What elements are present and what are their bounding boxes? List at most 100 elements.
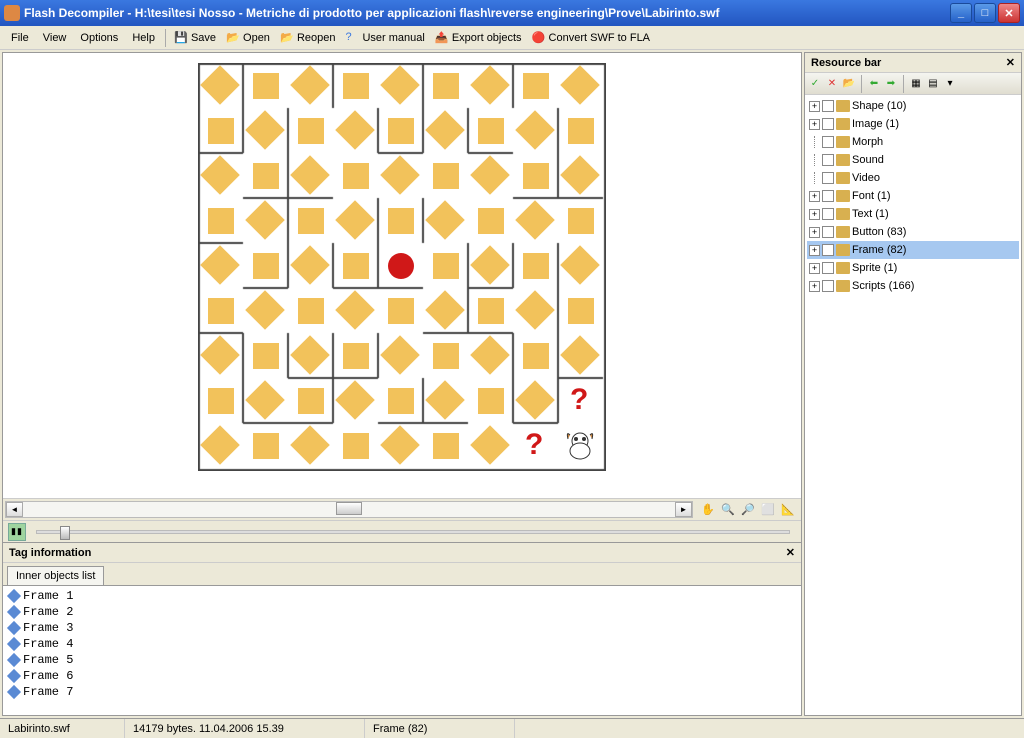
folder-icon <box>836 226 850 238</box>
resource-toolbar: ✓ ✕ 📂 ⬅ ➡ ▦ ▤ ▾ <box>805 73 1021 95</box>
fit-icon[interactable]: ⬜ <box>759 501 777 519</box>
list-item-label: Frame 7 <box>23 685 73 699</box>
tree-item[interactable]: Morph <box>807 133 1019 151</box>
convert-button[interactable]: 🔴Convert SWF to FLA <box>527 29 655 47</box>
slider-thumb[interactable] <box>60 526 70 540</box>
export-icon: 📤 <box>435 31 449 45</box>
tree-item-label: Frame (82) <box>852 244 906 256</box>
preview-h-scrollbar[interactable]: ◄ ► <box>5 501 693 518</box>
user-manual-button[interactable]: ?User manual <box>340 29 429 47</box>
tree-item[interactable]: +Button (83) <box>807 223 1019 241</box>
list-item[interactable]: Frame 6 <box>9 668 795 684</box>
tree-checkbox[interactable] <box>822 244 834 256</box>
scroll-track[interactable] <box>23 502 675 517</box>
tree-item[interactable]: Video <box>807 169 1019 187</box>
window-title: Flash Decompiler - H:\tesi\tesi Nosso - … <box>24 6 950 20</box>
tree-item[interactable]: +Shape (10) <box>807 97 1019 115</box>
expand-icon[interactable]: + <box>809 209 820 220</box>
list-item[interactable]: Frame 4 <box>9 636 795 652</box>
rt-back-icon[interactable]: ⬅ <box>866 76 882 92</box>
rt-unselect-icon[interactable]: ✕ <box>824 76 840 92</box>
rt-view2-icon[interactable]: ▤ <box>925 76 941 92</box>
tree-checkbox[interactable] <box>822 262 834 274</box>
menu-options[interactable]: Options <box>73 29 125 47</box>
rt-export-icon[interactable]: 📂 <box>841 76 857 92</box>
maze-square-icon <box>253 163 279 189</box>
open-label: Open <box>243 32 270 44</box>
open-button[interactable]: 📂Open <box>221 29 275 47</box>
tree-item[interactable]: +Sprite (1) <box>807 259 1019 277</box>
list-item[interactable]: Frame 2 <box>9 604 795 620</box>
tree-checkbox[interactable] <box>822 226 834 238</box>
scroll-thumb[interactable] <box>336 502 362 515</box>
menu-view[interactable]: View <box>36 29 74 47</box>
tree-checkbox[interactable] <box>822 154 834 166</box>
separator <box>903 75 904 93</box>
resource-bar-close-button[interactable]: ✕ <box>1006 56 1015 69</box>
zoom-in-icon[interactable]: 🔍 <box>719 501 737 519</box>
tree-item[interactable]: Sound <box>807 151 1019 169</box>
tree-checkbox[interactable] <box>822 190 834 202</box>
tag-info-close-button[interactable]: ✕ <box>786 546 795 559</box>
menu-help[interactable]: Help <box>125 29 162 47</box>
maze-square-icon <box>298 118 324 144</box>
scroll-left-button[interactable]: ◄ <box>6 502 23 517</box>
maximize-button[interactable]: □ <box>974 3 996 23</box>
tag-info-header: Tag information ✕ <box>3 543 801 563</box>
rt-view1-icon[interactable]: ▦ <box>908 76 924 92</box>
rt-forward-icon[interactable]: ➡ <box>883 76 899 92</box>
tree-item[interactable]: + Image (1) <box>807 115 1019 133</box>
expand-icon[interactable]: + <box>809 101 820 112</box>
expand-icon[interactable]: + <box>809 281 820 292</box>
hand-tool-icon[interactable]: ✋ <box>699 501 717 519</box>
list-item[interactable]: Frame 5 <box>9 652 795 668</box>
zoom-out-icon[interactable]: 🔎 <box>739 501 757 519</box>
rt-dropdown-icon[interactable]: ▾ <box>942 76 958 92</box>
maze-square-icon <box>253 433 279 459</box>
tree-item-label: Image (1) <box>852 118 899 130</box>
tree-checkbox[interactable] <box>822 280 834 292</box>
tree-item[interactable]: + Frame (82) <box>807 241 1019 259</box>
list-item[interactable]: Frame 3 <box>9 620 795 636</box>
tree-item-label: Morph <box>852 136 883 148</box>
inner-objects-list[interactable]: Frame 1Frame 2Frame 3Frame 4Frame 5Frame… <box>3 585 801 715</box>
maze-square-icon <box>208 118 234 144</box>
tab-inner-objects[interactable]: Inner objects list <box>7 566 104 585</box>
close-button[interactable]: ✕ <box>998 3 1020 23</box>
list-item[interactable]: Frame 7 <box>9 684 795 700</box>
tree-checkbox[interactable] <box>822 118 834 130</box>
frame-slider[interactable] <box>36 530 790 534</box>
expand-icon[interactable]: + <box>809 263 820 274</box>
list-item-label: Frame 5 <box>23 653 73 667</box>
minimize-button[interactable]: _ <box>950 3 972 23</box>
tree-checkbox[interactable] <box>822 136 834 148</box>
expand-icon[interactable]: + <box>809 245 820 256</box>
tree-item[interactable]: +Font (1) <box>807 187 1019 205</box>
expand-icon[interactable]: + <box>809 191 820 202</box>
reopen-button[interactable]: 📂Reopen <box>275 29 341 47</box>
menu-file[interactable]: File <box>4 29 36 47</box>
folder-icon <box>836 280 850 292</box>
list-item[interactable]: Frame 1 <box>9 588 795 604</box>
tree-checkbox[interactable] <box>822 100 834 112</box>
export-objects-button[interactable]: 📤Export objects <box>430 29 527 47</box>
tree-item[interactable]: +Text (1) <box>807 205 1019 223</box>
tree-checkbox[interactable] <box>822 208 834 220</box>
save-button[interactable]: 💾Save <box>169 29 221 47</box>
pause-button[interactable]: ▮▮ <box>8 523 26 541</box>
resource-tree[interactable]: +Shape (10)+Image (1)MorphSoundVideo+Fon… <box>805 95 1021 715</box>
folder-icon <box>836 100 850 112</box>
actual-size-icon[interactable]: 📐 <box>779 501 797 519</box>
question-mark-icon: ? <box>525 428 543 462</box>
tree-checkbox[interactable] <box>822 172 834 184</box>
maze-square-icon <box>523 253 549 279</box>
expand-icon[interactable]: + <box>809 227 820 238</box>
expand-icon[interactable]: + <box>809 119 820 130</box>
tag-tabs: Inner objects list <box>3 563 801 585</box>
rt-select-icon[interactable]: ✓ <box>807 76 823 92</box>
maze-square-icon <box>343 163 369 189</box>
list-item-label: Frame 2 <box>23 605 73 619</box>
scroll-right-button[interactable]: ► <box>675 502 692 517</box>
tree-item[interactable]: +Scripts (166) <box>807 277 1019 295</box>
resource-bar-header: Resource bar ✕ <box>805 53 1021 73</box>
